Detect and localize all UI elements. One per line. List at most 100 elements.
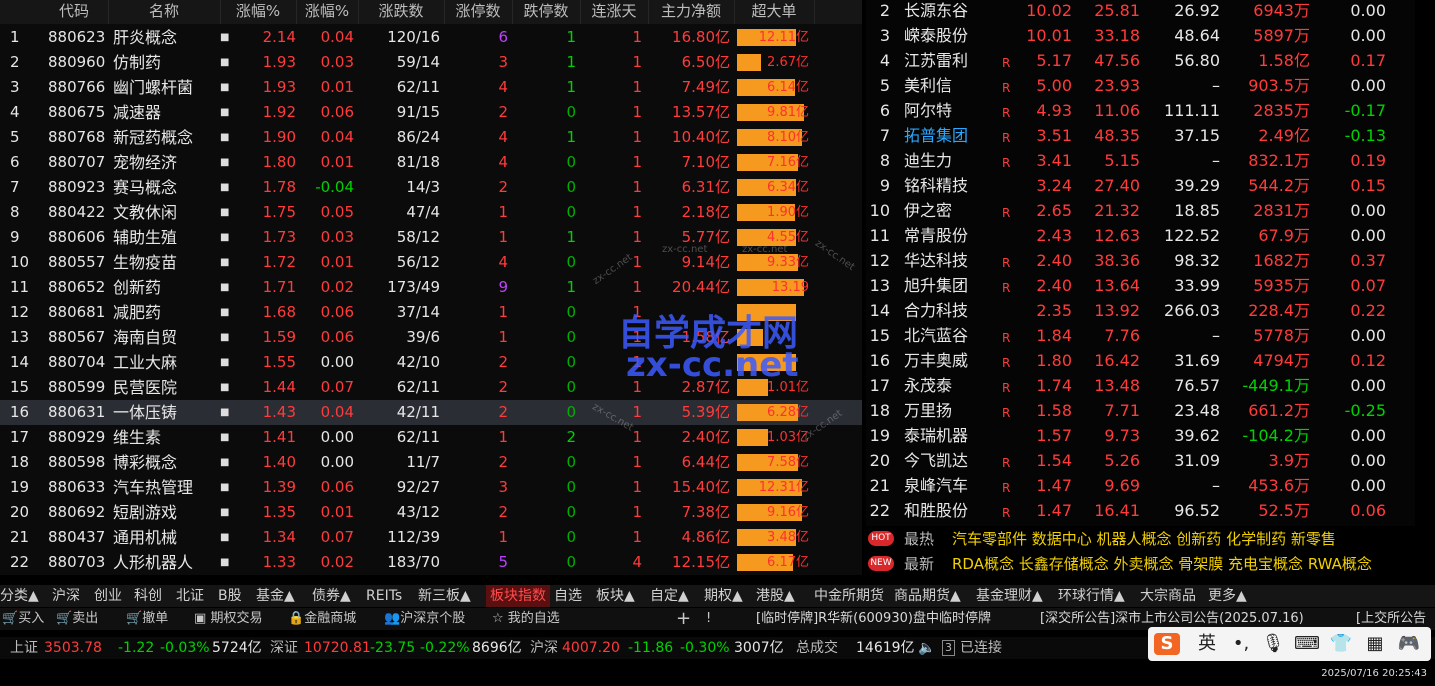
tab-7[interactable]: 债券▲: [312, 585, 351, 607]
board-row[interactable]: 9 880606 辅助生殖 1.73 0.03 58/12 1 1 1 5.77亿 ■ 4.55亿: [0, 225, 862, 250]
tab-2[interactable]: 创业: [94, 585, 122, 607]
my-watchlist-button[interactable]: ☆ 我的自选: [492, 608, 560, 630]
tab-18[interactable]: 基金理财▲: [976, 585, 1043, 607]
board-row[interactable]: 3 880766 幽门螺杆菌 1.93 0.01 62/11 4 1 1 7.49亿 ■ 6.14亿: [0, 75, 862, 100]
board-row[interactable]: 11 880652 创新药 1.71 0.02 173/49 9 1 1 20.44亿 ■ 13.19: [0, 275, 862, 300]
sogou-logo-icon[interactable]: S: [1154, 633, 1180, 655]
tab-8[interactable]: REITs: [366, 585, 402, 607]
buy-button[interactable]: 🛒买入: [2, 608, 44, 630]
news-ticker-1[interactable]: [临时停牌]R华新(600930)盘中临时停牌: [756, 608, 991, 630]
board-row[interactable]: 10 880557 生物疫苗 1.72 0.01 56/12 4 0 1 9.14亿 ■ 9.33亿: [0, 250, 862, 275]
skin-icon[interactable]: 👕: [1328, 633, 1354, 655]
stock-row[interactable]: 2 长源东谷 10.02 25.81 26.92 6943万 0.00: [866, 0, 1415, 23]
options-trade-button[interactable]: ▣ 期权交易: [194, 608, 262, 630]
stock-row[interactable]: 22 和胜股份 R 1.47 16.41 96.52 52.5万 0.06: [866, 498, 1415, 523]
tab-19[interactable]: 环球行情▲: [1058, 585, 1125, 607]
stock-row[interactable]: 20 今飞凯达 R 1.54 5.26 31.09 3.9万 0.00: [866, 448, 1415, 473]
stock-lookup-button[interactable]: 👥沪深京个股: [384, 608, 465, 630]
stock-row[interactable]: 16 万丰奥威 R 1.80 16.42 31.69 4794万 0.12: [866, 348, 1415, 373]
board-row[interactable]: 7 880923 赛马概念 1.78 -0.04 14/3 2 0 1 6.31亿 ■ 6.34亿: [0, 175, 862, 200]
sh-label[interactable]: 上证: [10, 637, 38, 659]
connection-status[interactable]: 已连接: [960, 637, 1002, 659]
board-row[interactable]: 5 880768 新冠药概念 1.90 0.04 86/24 4 1 1 10.40亿 ■ 8.10亿: [0, 125, 862, 150]
finance-mall-button[interactable]: 🔒金融商城: [288, 608, 356, 630]
stock-row[interactable]: 6 阿尔特 R 4.93 11.06 111.11 2835万 -0.17: [866, 98, 1415, 123]
stock-row[interactable]: 9 铭科精技 3.24 27.40 39.29 544.2万 0.15: [866, 173, 1415, 198]
tab-12[interactable]: 板块▲: [596, 585, 635, 607]
col-limitdown-header[interactable]: 跌停数: [512, 0, 581, 24]
hot-topics[interactable]: 汽车零部件 数据中心 机器人概念 创新药 化学制药 新零售: [952, 527, 1336, 551]
toolbox-icon[interactable]: ▦: [1362, 633, 1388, 655]
cancel-order-button[interactable]: 🛒撤单: [126, 608, 168, 630]
col-code-header[interactable]: 代码: [40, 0, 109, 24]
tab-6[interactable]: 基金▲: [256, 585, 295, 607]
col-limitup-header[interactable]: 涨停数: [444, 0, 513, 24]
board-row[interactable]: 2 880960 仿制药 1.93 0.03 59/14 3 1 1 6.50亿 ■ 2.67亿: [0, 50, 862, 75]
col-mainflow-header[interactable]: 主力净额: [648, 0, 735, 24]
stock-row[interactable]: 13 旭升集团 R 2.40 13.64 33.99 5935万 0.07: [866, 273, 1415, 298]
stock-row[interactable]: 19 泰瑞机器 1.57 9.73 39.62 -104.2万 0.00: [866, 423, 1415, 448]
board-row[interactable]: 1 880623 肝炎概念 2.14 0.04 120/16 6 1 1 16.80亿 ■ 12.11…: [0, 25, 862, 50]
tab-4[interactable]: 北证: [176, 585, 204, 607]
stock-row[interactable]: 5 美利信 R 5.00 23.93 – 903.5万 0.00: [866, 73, 1415, 98]
stock-index: 9: [879, 176, 890, 195]
stock-row[interactable]: 3 嵘泰股份 10.01 33.18 48.64 5897万 0.00: [866, 23, 1415, 48]
notice-icon[interactable]: 🔈: [918, 637, 935, 659]
board-row[interactable]: 4 880675 减速器 1.92 0.06 91/15 2 0 1 13.57亿 ■ 9.81亿: [0, 100, 862, 125]
stock-row[interactable]: 21 泉峰汽车 R 1.47 9.69 – 453.6万 0.00: [866, 473, 1415, 498]
stock-row[interactable]: 18 万里扬 R 1.58 7.71 23.48 661.2万 -0.25: [866, 398, 1415, 423]
sell-button[interactable]: 🛒卖出: [56, 608, 98, 630]
col-bigorder-header[interactable]: 超大单: [734, 0, 815, 24]
punctuation-icon[interactable]: •,: [1228, 633, 1254, 655]
microphone-icon[interactable]: 🎙: [1260, 633, 1286, 655]
tab-10[interactable]: 板块指数: [486, 585, 550, 607]
keyboard-icon[interactable]: ⌨: [1294, 633, 1320, 655]
board-row[interactable]: 20 880692 短剧游戏 1.35 0.01 43/12 2 0 1 7.38亿 ■ 9.16亿: [0, 500, 862, 525]
new-topics[interactable]: RDA概念 长鑫存储概念 外卖概念 骨架膜 充电宝概念 RWA概念: [952, 552, 1372, 576]
tab-15[interactable]: 港股▲: [756, 585, 795, 607]
stock-index: 16: [869, 351, 890, 370]
board-row[interactable]: 22 880703 人形机器人 1.33 0.02 183/70 5 0 4 12.15亿 ■ 6.1…: [0, 550, 862, 575]
col-change-header[interactable]: 涨幅%: [220, 0, 297, 24]
col-name-header[interactable]: 名称: [108, 0, 221, 24]
col-consecutive-header[interactable]: 连涨天: [580, 0, 649, 24]
tab-20[interactable]: 大宗商品: [1140, 585, 1196, 607]
stock-row[interactable]: 7 拓普集团 R 3.51 48.35 37.15 2.49亿 -0.13: [866, 123, 1415, 148]
tab-5[interactable]: B股: [218, 585, 242, 607]
board-row[interactable]: 6 880707 宠物经济 1.80 0.01 81/18 4 0 1 7.10亿 ■ 7.16亿: [0, 150, 862, 175]
sz-label[interactable]: 深证: [270, 637, 298, 659]
sh-change: -1.22: [118, 640, 155, 656]
tab-1[interactable]: 沪深: [52, 585, 80, 607]
stock-row[interactable]: 17 永茂泰 R 1.74 13.48 76.57 -449.1万 0.00: [866, 373, 1415, 398]
board-row[interactable]: 21 880437 通用机械 1.34 0.07 112/39 1 0 1 4.86亿 ■ 3.48亿: [0, 525, 862, 550]
board-row[interactable]: 8 880422 文教休闲 1.75 0.05 47/4 1 0 1 2.18亿 ■ 1.90亿: [0, 200, 862, 225]
tab-9[interactable]: 新三板▲: [418, 585, 471, 607]
tab-14[interactable]: 期权▲: [704, 585, 743, 607]
stock-row[interactable]: 12 华达科技 R 2.40 38.36 98.32 1682万 0.37: [866, 248, 1415, 273]
tab-16[interactable]: 中金所期货: [814, 585, 884, 607]
game-icon[interactable]: 🎮: [1396, 633, 1422, 655]
stock-name: 北汽蓝谷: [904, 326, 969, 345]
stock-row[interactable]: 10 伊之密 R 2.65 21.32 18.85 2831万 0.00: [866, 198, 1415, 223]
col-speed-header[interactable]: 涨幅%: [296, 0, 359, 24]
alert-icon[interactable]: !: [706, 608, 711, 630]
add-button[interactable]: +: [676, 608, 691, 630]
board-row[interactable]: 16 880631 一体压铸 1.43 0.04 42/11 2 0 1 5.39亿 ■ 6.28亿: [0, 400, 862, 425]
tab-3[interactable]: 科创: [134, 585, 162, 607]
stock-row[interactable]: 4 江苏雷利 R 5.17 47.56 56.80 1.58亿 0.17: [866, 48, 1415, 73]
board-row[interactable]: 18 880598 博彩概念 1.40 0.00 11/7 2 0 1 6.44亿 ■ 7.58亿: [0, 450, 862, 475]
tab-21[interactable]: 更多▲: [1208, 585, 1247, 607]
hs-label[interactable]: 沪深: [530, 637, 558, 659]
board-row[interactable]: 17 880929 维生素 1.41 0.00 62/11 1 2 1 2.40亿 ■ 1.03亿: [0, 425, 862, 450]
col-updown-header[interactable]: 涨跌数: [358, 0, 445, 24]
stock-row[interactable]: 15 北汽蓝谷 R 1.84 7.76 – 5778万 0.00: [866, 323, 1415, 348]
stock-row[interactable]: 11 常青股份 2.43 12.63 122.52 67.9万 0.00: [866, 223, 1415, 248]
board-row[interactable]: 19 880633 汽车热管理 1.39 0.06 92/27 3 0 1 15.40亿 ■ 12.3…: [0, 475, 862, 500]
tab-11[interactable]: 自选: [554, 585, 582, 607]
stock-row[interactable]: 14 合力科技 2.35 13.92 266.03 228.4万 0.22: [866, 298, 1415, 323]
ime-lang-toggle[interactable]: 英: [1194, 633, 1220, 655]
tab-13[interactable]: 自定▲: [650, 585, 689, 607]
stock-row[interactable]: 8 迪生力 R 3.41 5.15 – 832.1万 0.19: [866, 148, 1415, 173]
tab-0[interactable]: 分类▲: [0, 585, 39, 607]
tab-17[interactable]: 商品期货▲: [894, 585, 961, 607]
